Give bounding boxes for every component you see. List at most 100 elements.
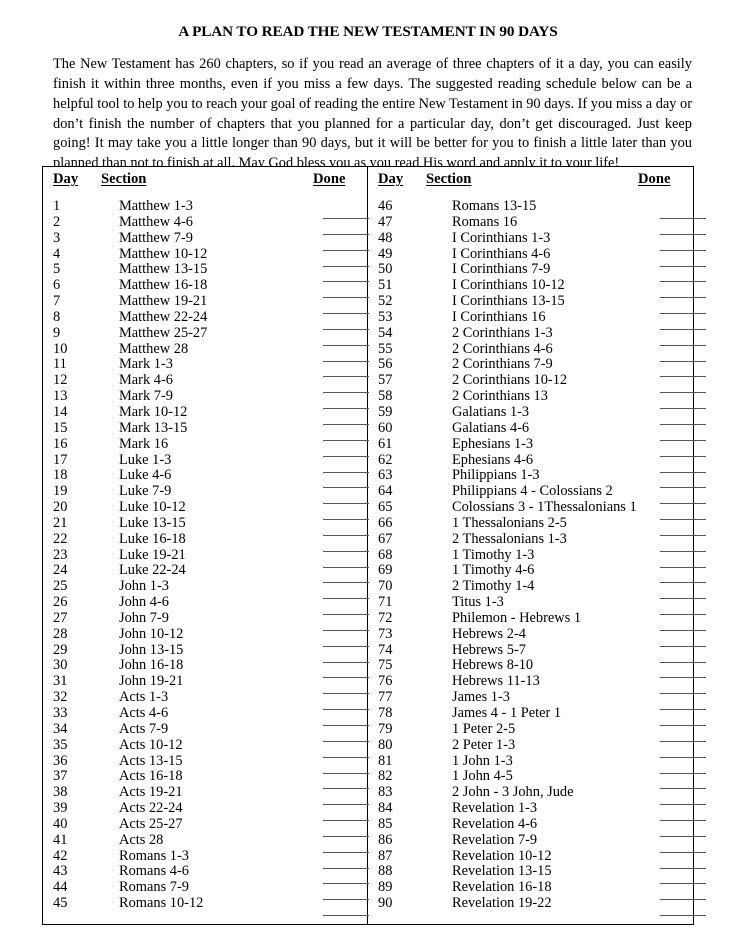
day-number: 6 <box>53 277 61 294</box>
table-row: 64 Philippians 4 - Colossians 2 <box>368 483 706 505</box>
table-row: 46 Romans 13-15 <box>368 198 706 219</box>
section-reference: Romans 16 <box>452 213 518 230</box>
day-number: 83 <box>378 784 393 801</box>
table-row: 61 Ephesians 1-3 <box>368 435 706 457</box>
table-row: 54 2 Corinthians 1-3 <box>368 325 706 346</box>
section-reference: Romans 7-9 <box>119 879 189 896</box>
table-row: 62 Ephesians 4-6 <box>368 452 706 473</box>
day-number: 82 <box>378 768 393 785</box>
table-row: 70 2 Timothy 1-4 <box>368 578 706 600</box>
done-blank-line[interactable] <box>660 915 706 917</box>
table-row: 65 Colossians 3 - 1Thessalonians 1 <box>368 499 706 521</box>
table-row: 13 Mark 7-9 <box>43 388 369 410</box>
table-row: 66 1 Thessalonians 2-5 <box>368 514 706 536</box>
day-number: 39 <box>53 800 68 817</box>
day-number: 71 <box>378 594 393 611</box>
table-row: 55 2 Corinthians 4-6 <box>368 341 706 362</box>
day-number: 37 <box>53 768 68 785</box>
section-reference: John 13-15 <box>119 641 184 658</box>
table-row: 72 Philemon - Hebrews 1 <box>368 610 706 631</box>
column-header-section: Section <box>101 171 147 187</box>
table-row: 23 Luke 19-21 <box>43 547 369 568</box>
day-number: 79 <box>378 720 393 737</box>
section-reference: Hebrews 11-13 <box>452 673 540 690</box>
section-reference: Revelation 13-15 <box>452 863 552 880</box>
section-reference: Matthew 22-24 <box>119 308 208 325</box>
day-number: 88 <box>378 863 393 880</box>
day-number: 10 <box>53 340 68 357</box>
day-number: 84 <box>378 800 393 817</box>
day-number: 73 <box>378 625 393 642</box>
day-number: 70 <box>378 578 393 595</box>
day-number: 45 <box>53 895 68 912</box>
table-row: 50 I Corinthians 7-9 <box>368 261 706 283</box>
table-row: 78 James 4 - 1 Peter 1 <box>368 705 706 726</box>
section-reference: I Corinthians 16 <box>452 308 546 325</box>
table-header-row-left: Day Section Done <box>43 167 367 197</box>
day-number: 57 <box>378 372 393 389</box>
table-row: 63 Philippians 1-3 <box>368 467 706 489</box>
table-row: 35 Acts 10-12 <box>43 737 369 758</box>
table-row: 80 2 Peter 1-3 <box>368 736 706 758</box>
section-reference: Matthew 19-21 <box>119 293 208 310</box>
section-reference: 2 Peter 1-3 <box>452 736 516 753</box>
table-row: 57 2 Corinthians 10-12 <box>368 372 706 394</box>
section-reference: Titus 1-3 <box>452 594 504 611</box>
schedule-rows-right: 46 Romans 13-15 47 Romans 16 48 I Corinthians… <box>368 197 706 917</box>
section-reference: Revelation 16-18 <box>452 879 552 896</box>
day-number: 28 <box>53 625 68 642</box>
day-number: 3 <box>53 229 61 246</box>
table-row: 18 Luke 4-6 <box>43 467 369 489</box>
table-row: 11 Mark 1-3 <box>43 356 369 378</box>
intro-paragraph: The New Testament has 260 chapters, so i… <box>53 55 692 172</box>
day-number: 42 <box>53 847 68 864</box>
section-reference: Luke 1-3 <box>119 451 172 468</box>
day-number: 25 <box>53 578 68 595</box>
day-number: 89 <box>378 879 393 896</box>
day-number: 86 <box>378 831 393 848</box>
section-reference: Revelation 10-12 <box>452 847 552 864</box>
day-number: 21 <box>53 514 68 531</box>
day-number: 18 <box>53 467 68 484</box>
table-row: 15 Mark 13-15 <box>43 420 369 441</box>
section-reference: James 4 - 1 Peter 1 <box>452 705 562 721</box>
day-number: 47 <box>378 213 393 230</box>
section-reference: Acts 7-9 <box>119 720 169 737</box>
table-row: 3 Matthew 7-9 <box>43 229 369 251</box>
schedule-rows-left: 1 Matthew 1-3 2 Matthew 4-6 3 Matthew 7-9 4 Mat… <box>43 197 369 917</box>
day-number: 30 <box>53 657 68 674</box>
table-row: 20 Luke 10-12 <box>43 499 369 521</box>
day-number: 1 <box>53 198 61 214</box>
table-row: 44 Romans 7-9 <box>43 879 369 901</box>
table-row: 74 Hebrews 5-7 <box>368 641 706 663</box>
section-reference: Revelation 19-22 <box>452 895 552 912</box>
page-title: A PLAN TO READ THE NEW TESTAMENT IN 90 D… <box>178 23 558 40</box>
table-row: 21 Luke 13-15 <box>43 514 369 536</box>
section-reference: I Corinthians 7-9 <box>452 261 551 278</box>
table-row: 79 1 Peter 2-5 <box>368 720 706 742</box>
section-reference: 1 John 1-3 <box>452 752 513 769</box>
table-row: 24 Luke 22-24 <box>43 562 369 584</box>
section-reference: Revelation 7-9 <box>452 831 538 848</box>
done-blank-line[interactable] <box>323 915 369 917</box>
day-number: 50 <box>378 261 393 278</box>
day-number: 56 <box>378 356 393 373</box>
day-number: 63 <box>378 467 393 484</box>
day-number: 17 <box>53 451 68 468</box>
day-number: 22 <box>53 530 68 547</box>
table-row: 29 John 13-15 <box>43 641 369 663</box>
section-reference: Hebrews 5-7 <box>452 641 526 658</box>
table-row: 16 Mark 16 <box>43 436 369 457</box>
section-reference: Luke 4-6 <box>119 467 172 484</box>
day-number: 66 <box>378 514 393 531</box>
day-number: 90 <box>378 895 393 912</box>
table-row: 53 I Corinthians 16 <box>368 308 706 330</box>
section-reference: Mark 7-9 <box>119 388 173 405</box>
section-reference: Ephesians 1-3 <box>452 435 534 452</box>
table-row: 8 Matthew 22-24 <box>43 308 369 330</box>
table-row: 12 Mark 4-6 <box>43 372 369 394</box>
table-row: 68 1 Timothy 1-3 <box>368 547 706 568</box>
table-row: 58 2 Corinthians 13 <box>368 388 706 410</box>
table-row: 33 Acts 4-6 <box>43 705 369 726</box>
day-number: 64 <box>378 483 393 500</box>
